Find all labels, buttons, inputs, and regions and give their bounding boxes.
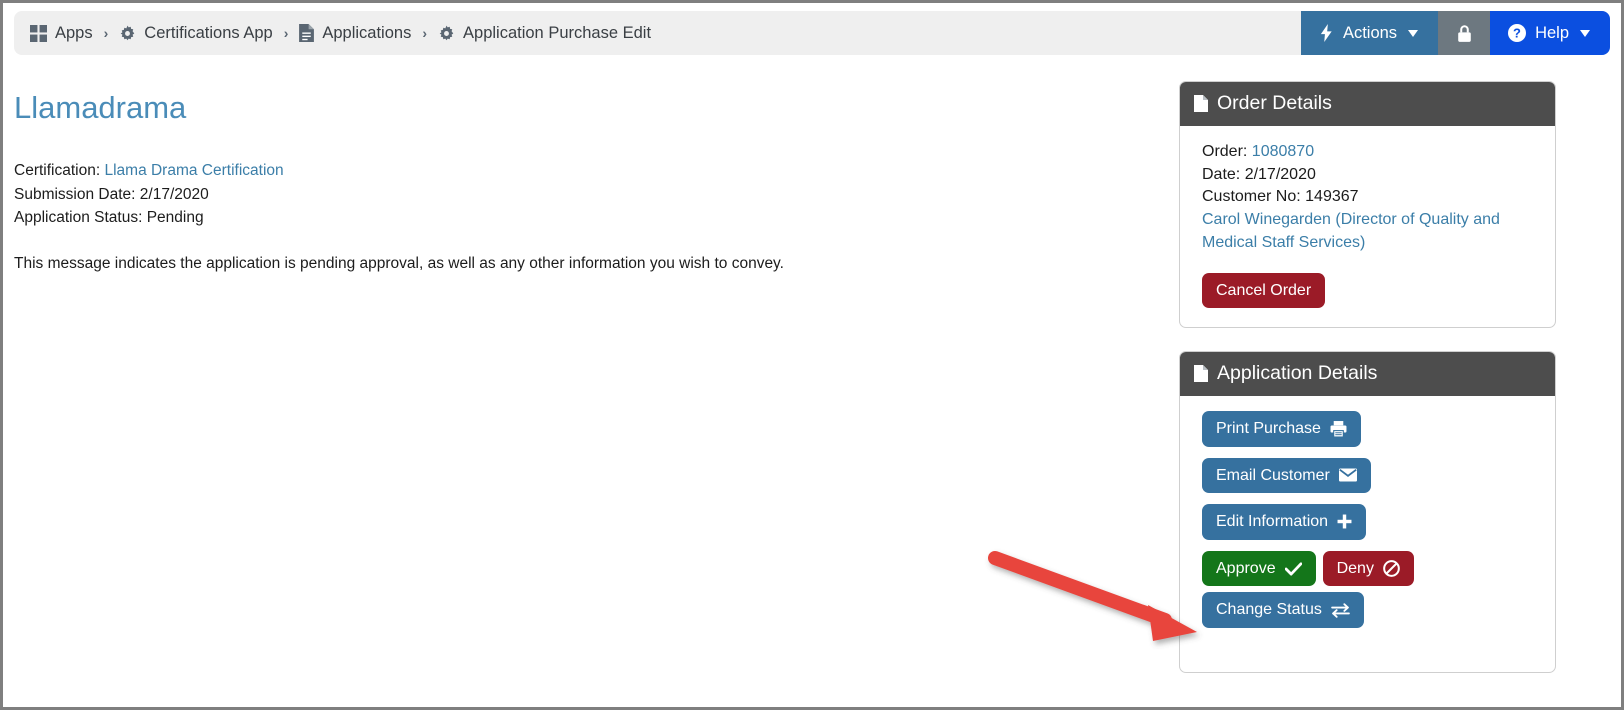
check-icon	[1284, 561, 1302, 576]
status-message: This message indicates the application i…	[14, 254, 784, 272]
top-bar: Apps › Certifications App › Applications…	[14, 11, 1610, 55]
deny-label: Deny	[1336, 559, 1374, 577]
order-number-link[interactable]: 1080870	[1252, 143, 1314, 160]
ban-icon	[1383, 560, 1400, 577]
exchange-icon	[1331, 602, 1350, 618]
breadcrumb-separator: ›	[283, 25, 289, 41]
breadcrumb-item-apps[interactable]: Apps	[30, 24, 93, 43]
chevron-down-icon	[1580, 29, 1590, 37]
help-button[interactable]: ? Help	[1490, 11, 1610, 55]
approve-label: Approve	[1216, 559, 1276, 577]
breadcrumb-label: Applications	[322, 23, 412, 42]
application-details-panel: Application Details Print Purchase Email…	[1179, 351, 1556, 673]
top-bar-buttons: Actions ? Help	[1300, 11, 1610, 55]
application-details-title: Application Details	[1217, 362, 1378, 384]
lightning-bolt-icon	[1319, 24, 1334, 42]
breadcrumb-item-applications[interactable]: Applications	[299, 24, 411, 43]
plus-icon	[1337, 514, 1352, 529]
breadcrumb-label: Application Purchase Edit	[463, 23, 652, 42]
breadcrumb-separator: ›	[422, 25, 428, 41]
order-date: Date: 2/17/2020	[1202, 165, 1316, 183]
approve-button[interactable]: Approve	[1202, 550, 1316, 587]
order-details-header: Order Details	[1180, 82, 1555, 126]
order-number-line: Order: 1080870	[1202, 141, 1533, 164]
gear-icon	[438, 25, 455, 42]
lock-button[interactable]	[1438, 11, 1491, 55]
change-status-button[interactable]: Change Status	[1202, 592, 1364, 628]
deny-button[interactable]: Deny	[1322, 550, 1414, 587]
breadcrumb-item-certifications-app[interactable]: Certifications App	[119, 23, 273, 43]
breadcrumb-item-application-purchase-edit[interactable]: Application Purchase Edit	[438, 24, 651, 43]
print-purchase-label: Print Purchase	[1216, 420, 1321, 437]
document-icon	[299, 24, 315, 42]
page-title: Llamadrama	[14, 90, 187, 125]
print-purchase-button[interactable]: Print Purchase	[1202, 411, 1361, 447]
envelope-icon	[1338, 468, 1357, 482]
grid-icon	[30, 24, 47, 42]
gear-icon	[119, 25, 136, 42]
cancel-order-button[interactable]: Cancel Order	[1202, 272, 1326, 309]
breadcrumb-label: Apps	[55, 23, 93, 42]
order-details-body: Order: 1080870 Date: 2/17/2020 Customer …	[1180, 126, 1555, 327]
order-details-panel: Order Details Order: 1080870 Date: 2/17/…	[1179, 81, 1556, 329]
edit-information-label: Edit Information	[1216, 513, 1329, 531]
lock-icon	[1456, 24, 1473, 43]
customer-number: Customer No: 149367	[1202, 188, 1359, 206]
approve-deny-row: Approve Deny	[1202, 550, 1533, 587]
change-status-label: Change Status	[1216, 601, 1322, 619]
submission-date-line: Submission Date: 2/17/2020	[14, 185, 209, 203]
svg-text:?: ?	[1513, 26, 1521, 41]
document-icon	[1194, 365, 1208, 382]
customer-name-link[interactable]: Carol Winegarden (Director of Quality an…	[1202, 209, 1533, 254]
breadcrumb: Apps › Certifications App › Applications…	[14, 11, 1301, 55]
email-customer-button[interactable]: Email Customer	[1202, 457, 1371, 494]
cancel-order-wrap: Cancel Order	[1202, 272, 1533, 309]
main-content: Llamadrama Certification: Llama Drama Ce…	[14, 90, 1144, 275]
application-details-body: Print Purchase Email Customer Edit Infor…	[1180, 396, 1555, 658]
edit-information-row: Edit Information	[1202, 504, 1533, 540]
chevron-down-icon	[1408, 29, 1419, 37]
certification-link[interactable]: Llama Drama Certification	[104, 162, 283, 179]
print-purchase-row: Print Purchase	[1202, 411, 1533, 447]
question-circle-icon: ?	[1508, 24, 1527, 42]
actions-button[interactable]: Actions	[1300, 11, 1439, 55]
email-customer-row: Email Customer	[1202, 457, 1533, 494]
breadcrumb-label: Certifications App	[144, 23, 273, 42]
certification-line: Certification: Llama Drama Certification	[14, 159, 1144, 183]
certification-label: Certification:	[14, 162, 101, 180]
order-details-title: Order Details	[1217, 92, 1332, 114]
printer-icon	[1330, 420, 1347, 437]
application-purchase-edit-screen: Apps › Certifications App › Applications…	[0, 0, 1624, 710]
actions-label: Actions	[1342, 23, 1398, 42]
change-status-row: Change Status	[1202, 592, 1533, 628]
edit-information-button[interactable]: Edit Information	[1202, 504, 1367, 540]
application-details-header: Application Details	[1180, 352, 1555, 396]
document-icon	[1194, 95, 1208, 112]
application-status-line: Application Status: Pending	[14, 209, 204, 227]
breadcrumb-separator: ›	[103, 25, 109, 41]
order-label: Order:	[1202, 143, 1248, 160]
email-customer-label: Email Customer	[1216, 466, 1330, 484]
help-label: Help	[1535, 23, 1569, 42]
